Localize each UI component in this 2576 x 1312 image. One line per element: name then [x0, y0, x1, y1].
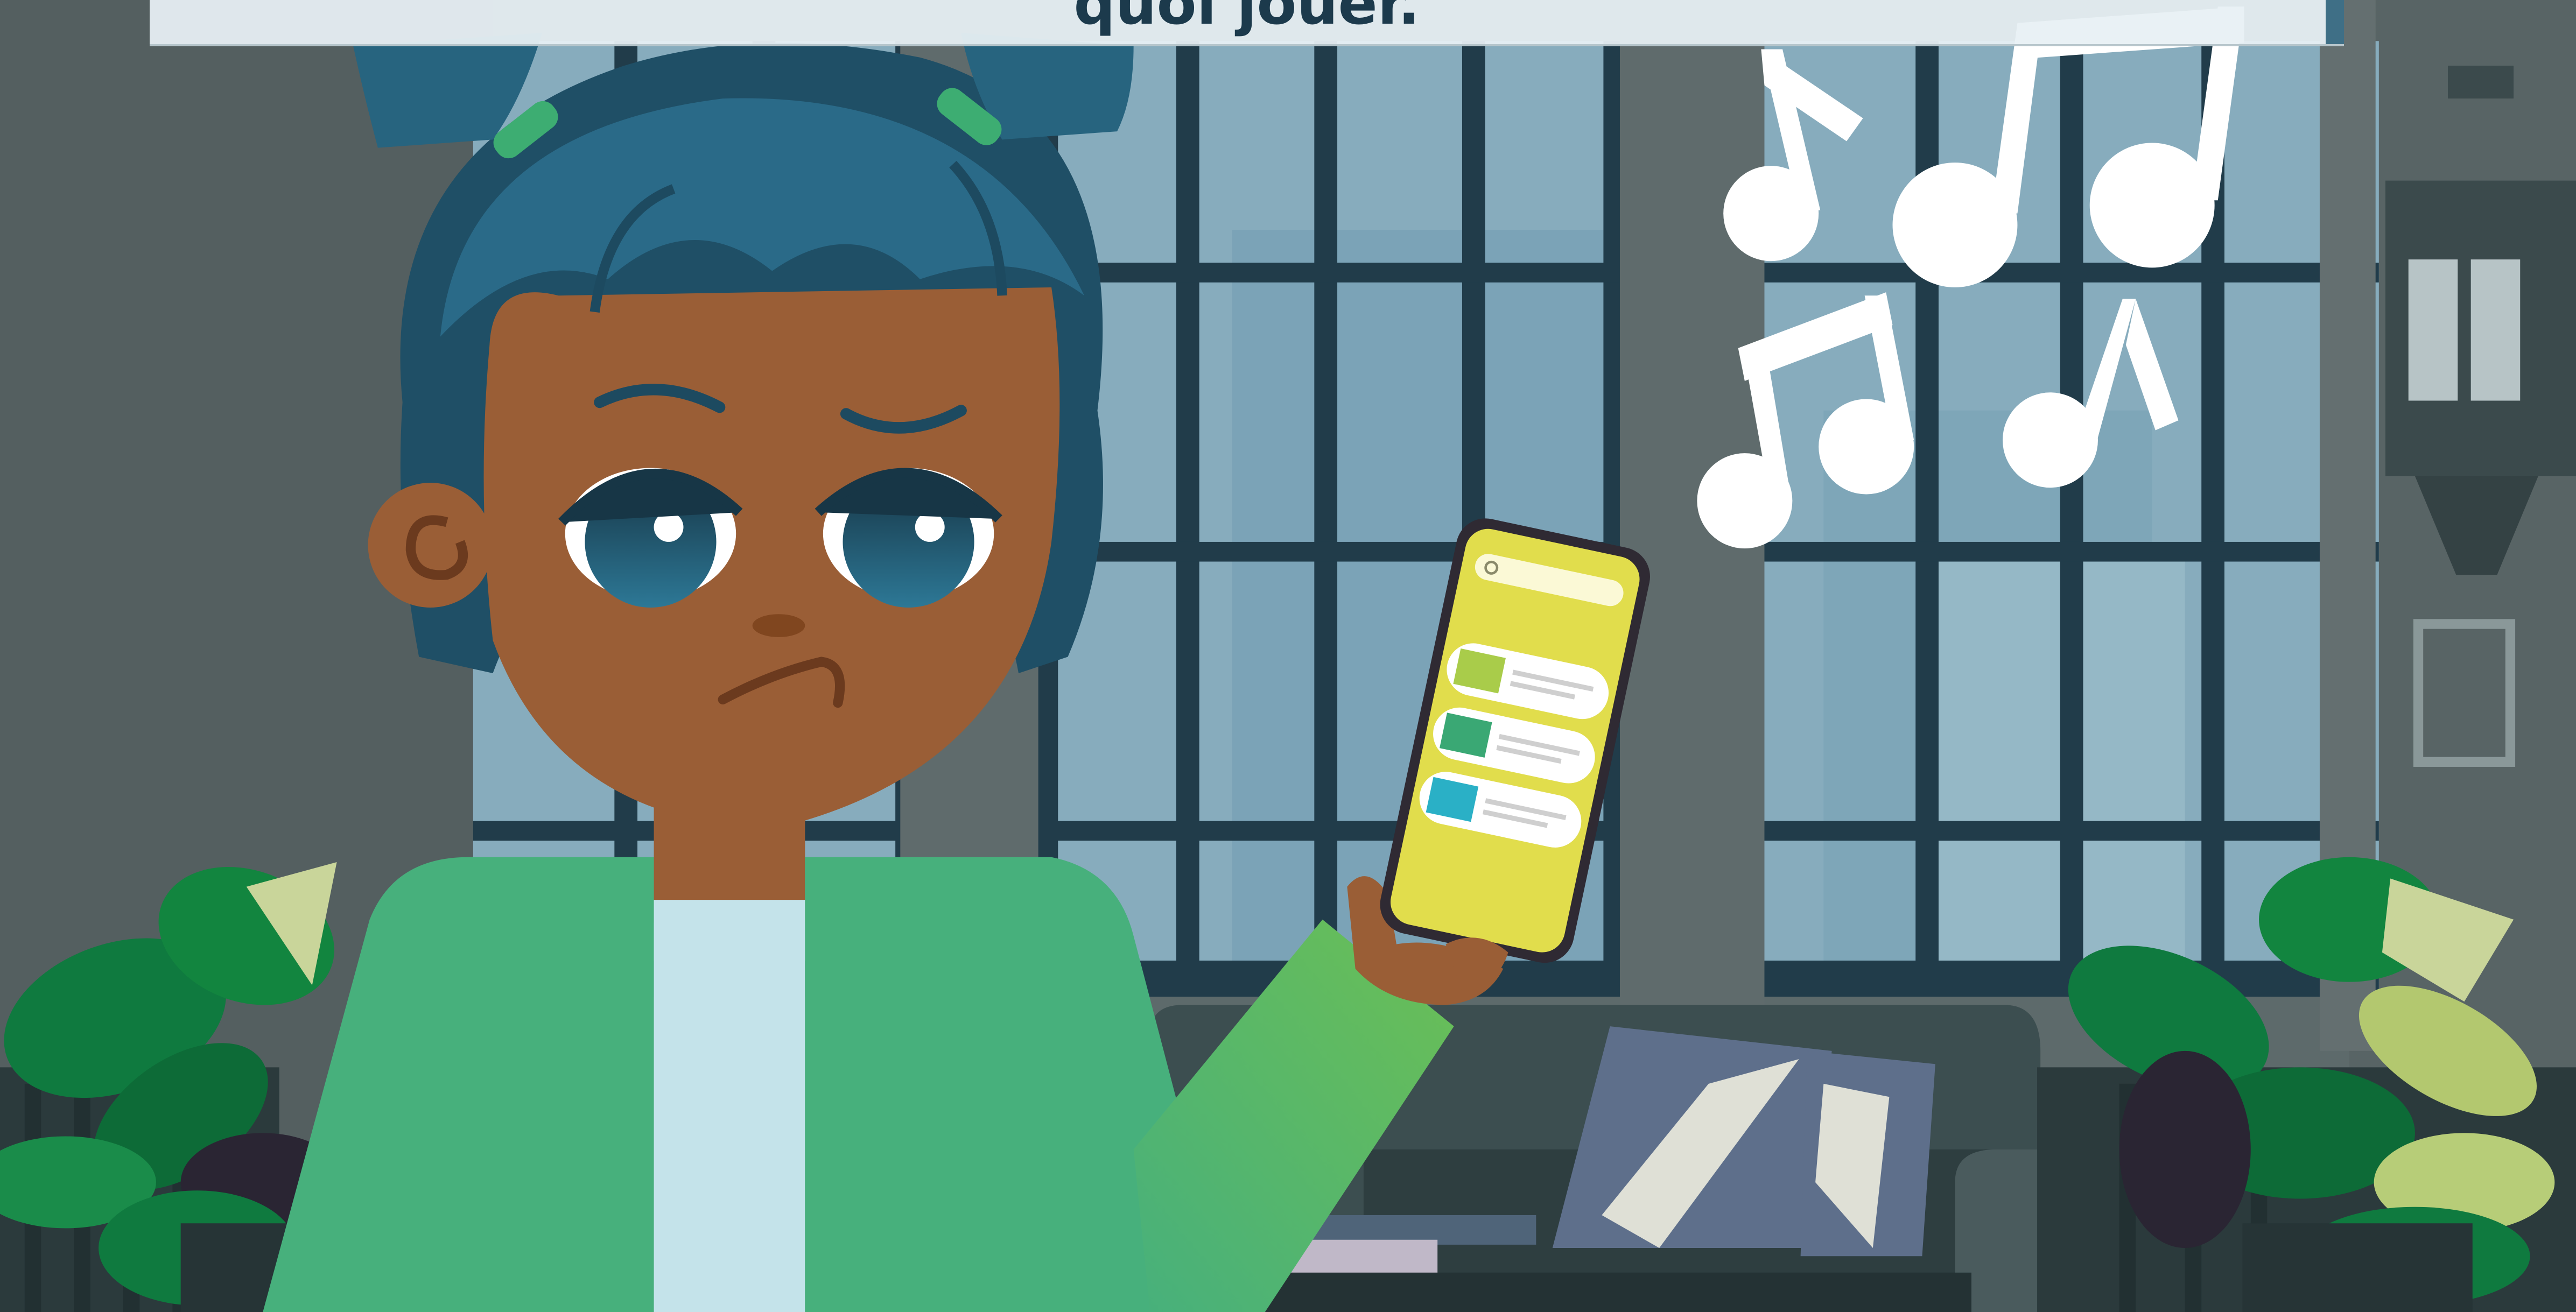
illustration-scene — [0, 0, 2576, 1312]
caption-bar: quoi jouer. — [150, 0, 2344, 46]
caption-text: quoi jouer. — [1073, 0, 1420, 38]
